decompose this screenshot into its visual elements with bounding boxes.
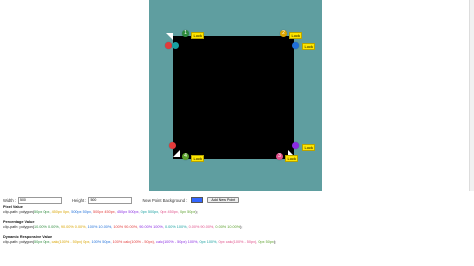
polygon-point-value: 0px calc(100% - 50px),	[218, 240, 259, 244]
polygon-point-value: 100% calc(100% - 50px),	[112, 240, 157, 244]
code-prefix: clip-path: polygon(	[3, 210, 35, 214]
point-handle-4[interactable]: 4	[182, 153, 189, 160]
polygon-point-value: 500px 450px,	[92, 210, 117, 214]
height-label: Height :	[72, 197, 87, 203]
polygon-point-value: 100% 50px,	[91, 240, 113, 244]
lock-button-4[interactable]: Lock	[191, 155, 205, 162]
polygon-point-value: 450px 500px,	[116, 210, 141, 214]
point-arrow-bottom-left	[173, 150, 180, 157]
point-handle-1[interactable]: 1	[182, 30, 189, 37]
lock-button-bottom-right[interactable]: Lock	[302, 144, 316, 151]
clip-path-canvas: 1 Lock 2 Lock Lock 4 Lock Lock 3 Lock	[149, 0, 322, 191]
new-point-background-label: New Point Background :	[142, 197, 188, 203]
polygon-point-value: 0.00% 90.00%,	[188, 225, 216, 229]
polygon-point-value: 0px 50px	[179, 210, 196, 214]
point-arrow-top-left	[166, 33, 173, 40]
point-number: 4	[184, 153, 187, 159]
lock-button-2[interactable]: Lock	[289, 32, 303, 39]
point-handle-top-right[interactable]	[292, 42, 299, 49]
polygon-point-value: 0px 500px,	[140, 210, 161, 214]
polygon-point-value: 50px 0px,	[34, 240, 52, 244]
polygon-point-value: 100% 10.00%,	[87, 225, 114, 229]
code-prefix: clip-path: polygon(	[3, 225, 35, 229]
polygon-point-value: 0.00% 10.00%	[215, 225, 241, 229]
percentage-value-code: clip-path: polygon(10.00% 0.00%, 90.00% …	[3, 225, 242, 230]
polygon-point-value: 10.00% 0.00%,	[34, 225, 61, 229]
code-prefix: clip-path: polygon(	[3, 240, 35, 244]
point-number: 1	[184, 30, 187, 36]
code-suffix: );	[195, 210, 198, 214]
lock-button-1[interactable]: Lock	[191, 32, 205, 39]
dynamic-value-section: Dynamic Responsive Value clip-path: poly…	[3, 235, 276, 245]
polygon-point-value: 0px 50px	[258, 240, 274, 244]
point-handle-2[interactable]: 2	[280, 30, 287, 37]
clipped-shape	[173, 36, 294, 159]
polygon-point-value: 0px 450px,	[160, 210, 180, 214]
point-handle-bottom-right[interactable]	[292, 142, 299, 149]
point-handle-bottom-left[interactable]	[169, 142, 176, 149]
polygon-point-value: 0px 100%,	[199, 240, 219, 244]
color-picker-swatch[interactable]	[191, 197, 204, 203]
page-scrollbar[interactable]	[469, 0, 474, 191]
point-handle-top-left-2[interactable]	[172, 42, 179, 49]
lock-button-3[interactable]: Lock	[285, 155, 299, 162]
polygon-point-value: 50px 0px,	[34, 210, 52, 214]
width-input[interactable]	[18, 196, 63, 204]
dynamic-value-code: clip-path: polygon(50px 0px, calc(100% -…	[3, 240, 276, 245]
polygon-point-value: 100% 90.00%,	[113, 225, 140, 229]
point-handle-3[interactable]: 3	[276, 153, 283, 160]
percentage-value-section: Percentage Value clip-path: polygon(10.0…	[3, 220, 242, 230]
height-input[interactable]	[88, 196, 133, 204]
pixel-value-section: Pixel Value clip-path: polygon(50px 0px,…	[3, 205, 198, 215]
polygon-point-value: calc(100% - 50px) 0px,	[51, 240, 92, 244]
pixel-value-code: clip-path: polygon(50px 0px, 450px 0px, …	[3, 210, 198, 215]
controls-toolbar: Width : Height : New Point Background : …	[3, 195, 240, 205]
polygon-point-value: 90.00% 100%,	[139, 225, 165, 229]
polygon-point-value: calc(100% - 50px) 100%,	[156, 240, 200, 244]
point-handle-top-left[interactable]	[165, 42, 172, 49]
polygon-point-value: 90.00% 0.00%,	[60, 225, 88, 229]
polygon-point-value: 450px 0px,	[51, 210, 72, 214]
code-suffix: );	[240, 225, 243, 229]
polygon-point-value: 500px 50px,	[71, 210, 93, 214]
code-suffix: );	[273, 240, 277, 244]
add-new-point-button[interactable]: Add New Point	[207, 197, 240, 203]
width-label: Width :	[3, 197, 17, 203]
point-number: 3	[278, 153, 281, 159]
point-number: 2	[282, 30, 285, 36]
polygon-point-value: 0.00% 100%,	[164, 225, 189, 229]
lock-button-top-right[interactable]: Lock	[302, 43, 316, 50]
